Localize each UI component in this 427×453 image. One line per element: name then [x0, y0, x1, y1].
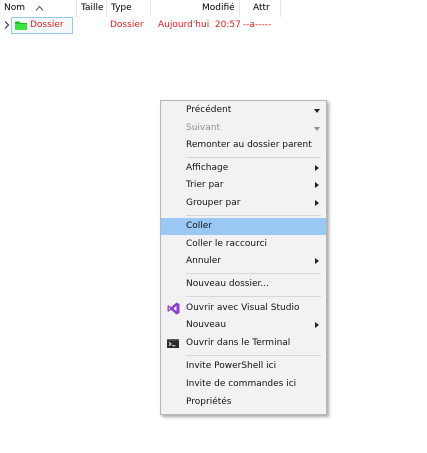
- column-divider[interactable]: [150, 0, 151, 17]
- chevron-down-icon: [314, 127, 320, 131]
- menu-separator: [186, 215, 321, 216]
- column-header: Nom Taille Type Modifié Attr: [0, 0, 427, 17]
- menu-separator: [186, 355, 321, 356]
- file-name: Dossier: [30, 20, 64, 30]
- column-modified[interactable]: Modifié: [202, 0, 235, 17]
- menu-separator: [186, 273, 321, 274]
- file-attr: --a-----: [243, 20, 272, 30]
- column-divider[interactable]: [76, 0, 77, 17]
- column-attr[interactable]: Attr: [253, 0, 270, 17]
- menu-item-nouveau[interactable]: Nouveau: [161, 317, 326, 334]
- file-modified: Aujourd'hui 20:57: [158, 20, 241, 30]
- menu-item-ouvrir-terminal[interactable]: Ouvrir dans le Terminal: [161, 335, 326, 352]
- visual-studio-icon: [167, 302, 180, 315]
- menu-item-coller-raccourci[interactable]: Coller le raccourci: [161, 236, 326, 253]
- menu-item-remonter[interactable]: Remonter au dossier parent: [161, 137, 326, 154]
- folder-icon: [15, 21, 27, 30]
- menu-separator: [186, 157, 321, 158]
- file-row[interactable]: Dossier Dossier Aujourd'hui 20:57 --a---…: [0, 17, 427, 34]
- menu-item-invite-commandes[interactable]: Invite de commandes ici: [161, 376, 326, 393]
- file-type: Dossier: [110, 20, 144, 30]
- menu-item-coller[interactable]: Coller: [161, 218, 326, 235]
- menu-item-invite-powershell[interactable]: Invite PowerShell ici: [161, 358, 326, 375]
- menu-item-proprietes[interactable]: Propriétés: [161, 394, 326, 411]
- chevron-right-icon: [315, 322, 319, 328]
- menu-item-nouveau-dossier[interactable]: Nouveau dossier...: [161, 276, 326, 293]
- menu-item-grouper-par[interactable]: Grouper par: [161, 195, 326, 212]
- chevron-right-icon: [315, 200, 319, 206]
- sort-ascending-icon: [35, 5, 44, 11]
- column-type[interactable]: Type: [111, 0, 132, 17]
- menu-item-suivant[interactable]: Suivant: [161, 120, 326, 137]
- context-menu: Précédent Suivant Remonter au dossier pa…: [160, 100, 327, 415]
- chevron-right-icon: [315, 182, 319, 188]
- chevron-right-icon: [315, 258, 319, 264]
- menu-separator: [186, 296, 321, 297]
- menu-item-ouvrir-visual-studio[interactable]: Ouvrir avec Visual Studio: [161, 300, 326, 317]
- menu-item-trier-par[interactable]: Trier par: [161, 177, 326, 194]
- file-name-cell[interactable]: Dossier: [11, 17, 73, 34]
- menu-item-affichage[interactable]: Affichage: [161, 160, 326, 177]
- chevron-down-icon: [314, 109, 320, 113]
- column-size[interactable]: Taille: [81, 0, 104, 17]
- chevron-right-icon[interactable]: [4, 20, 10, 30]
- column-divider[interactable]: [280, 0, 281, 17]
- column-divider[interactable]: [239, 0, 240, 17]
- column-name[interactable]: Nom: [4, 0, 25, 17]
- column-divider[interactable]: [106, 0, 107, 17]
- menu-item-annuler[interactable]: Annuler: [161, 253, 326, 270]
- menu-item-precedent[interactable]: Précédent: [161, 102, 326, 119]
- chevron-right-icon: [315, 165, 319, 171]
- terminal-icon: [167, 339, 179, 348]
